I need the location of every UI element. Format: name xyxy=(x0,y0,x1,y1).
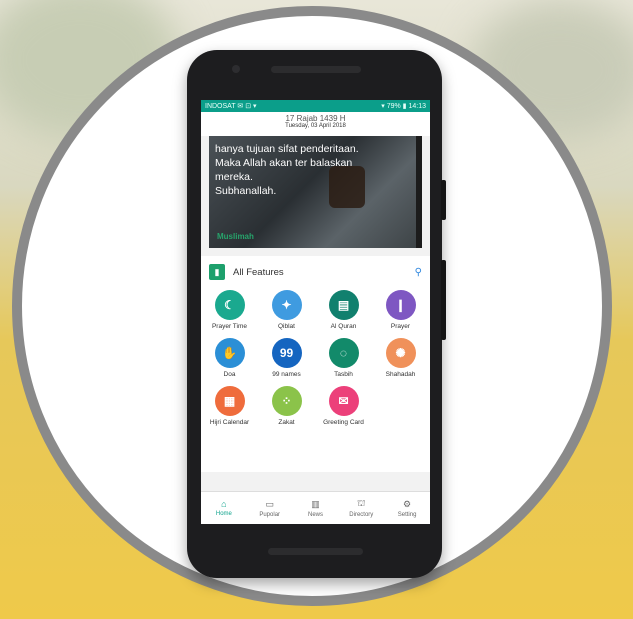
quran-icon: ▤ xyxy=(328,290,359,320)
feature-doa[interactable]: ✋ Doa xyxy=(201,338,258,378)
features-icon: ▮ xyxy=(209,264,225,280)
quote-line: mereka. xyxy=(215,171,253,183)
feature-tasbih[interactable]: ◌ Tasbih xyxy=(315,338,372,378)
quote-line: Subhanallah. xyxy=(215,185,277,197)
mosque-icon: ⛫ xyxy=(357,498,366,508)
compass-icon: ✦ xyxy=(271,290,302,320)
greeting-card-icon: ✉ xyxy=(328,386,359,416)
nav-pupolar[interactable]: ▭ Pupolar xyxy=(247,492,293,524)
nav-label: Home xyxy=(215,511,232,517)
status-left: INDOSAT ✉ ⊡ ▾ xyxy=(205,103,257,110)
shahadah-icon: ✺ xyxy=(385,338,416,368)
quote-line: Maka Allah akan ter balaskan xyxy=(215,157,353,169)
app-screen: INDOSAT ✉ ⊡ ▾ ▾ 79% ▮ 14:13 17 Rajab 143… xyxy=(201,100,430,524)
feature-prayer-time[interactable]: ☾ Prayer Time xyxy=(201,290,258,330)
nav-label: Directory xyxy=(349,512,374,518)
front-camera xyxy=(232,65,240,73)
feature-label: Prayer xyxy=(390,323,411,330)
earpiece xyxy=(271,66,361,73)
feature-zakat[interactable]: ⁘ Zakat xyxy=(258,386,315,426)
power-button xyxy=(441,180,446,220)
quote-line: hanya tujuan sifat penderitaan. xyxy=(215,143,359,155)
date-header: 17 Rajab 1439 H Tuesday, 03 April 2018 xyxy=(201,112,430,136)
doa-icon: ✋ xyxy=(214,338,245,368)
feature-shahadah[interactable]: ✺ Shahadah xyxy=(372,338,429,378)
volume-button xyxy=(441,260,446,340)
features-header: ▮ All Features ⚲ xyxy=(201,256,430,284)
banner-divider xyxy=(416,136,422,248)
feature-label: Greeting Card xyxy=(323,419,364,426)
features-title: All Features xyxy=(233,266,284,278)
feature-qiblat[interactable]: ✦ Qiblat xyxy=(258,290,315,330)
tasbih-icon: ◌ xyxy=(328,338,359,368)
nav-news[interactable]: ▥ News xyxy=(293,492,339,524)
home-icon: ⌂ xyxy=(221,499,227,509)
feature-label: Prayer Time xyxy=(211,323,248,330)
speaker-grille xyxy=(268,548,363,555)
feature-label: Zakat xyxy=(278,419,295,426)
gregorian-date: Tuesday, 03 April 2018 xyxy=(285,123,346,129)
nav-directory[interactable]: ⛫ Directory xyxy=(338,492,384,524)
quote-credit: Muslimah xyxy=(217,232,254,241)
prayer-icon: ❙ xyxy=(385,290,416,320)
bottom-nav: ⌂ Home ▭ Pupolar ▥ News ⛫ Directory ⚙ Setting xyxy=(201,491,430,524)
zakat-icon: ⁘ xyxy=(271,386,302,416)
nav-label: Pupolar xyxy=(259,511,281,518)
feature-label: Qiblat xyxy=(278,323,295,330)
nav-setting[interactable]: ⚙ Setting xyxy=(384,492,430,524)
quote-text: hanya tujuan sifat penderitaan. Maka All… xyxy=(215,142,408,198)
status-right: ▾ 79% ▮ 14:13 xyxy=(381,103,426,110)
prayer-time-icon: ☾ xyxy=(214,290,245,320)
nav-label: News xyxy=(307,511,323,518)
setting-icon: ⚙ xyxy=(403,498,412,509)
feature-label: Shahadah xyxy=(385,371,416,378)
feature-hijri-calendar[interactable]: ▦ Hijri Calendar xyxy=(201,386,258,426)
quote-banner[interactable]: hanya tujuan sifat penderitaan. Maka All… xyxy=(209,136,422,248)
feature-greeting-card[interactable]: ✉ Greeting Card xyxy=(315,386,372,426)
features-grid: ☾ Prayer Time ✦ Qiblat ▤ Al Quran ❙ Prayer ✋ Doa 9… xyxy=(201,284,430,426)
ninety-nine-names-icon: 99 xyxy=(271,338,302,368)
feature-label: Al Quran xyxy=(330,323,357,330)
feature-label: 99 names xyxy=(272,371,301,378)
feature-label: Doa xyxy=(223,371,236,378)
features-panel: ▮ All Features ⚲ ☾ Prayer Time ✦ Qiblat ▤ Al … xyxy=(201,256,430,472)
feature-al-quran[interactable]: ▤ Al Quran xyxy=(315,290,372,330)
news-icon: ▥ xyxy=(311,498,320,509)
feature-prayer[interactable]: ❙ Prayer xyxy=(372,290,429,330)
feature-99-names[interactable]: 99 99 names xyxy=(258,338,315,378)
feature-label: Hijri Calendar xyxy=(209,419,250,426)
feature-label: Tasbih xyxy=(334,371,353,378)
status-bar: INDOSAT ✉ ⊡ ▾ ▾ 79% ▮ 14:13 xyxy=(201,100,430,112)
pin-icon[interactable]: ⚲ xyxy=(415,267,422,278)
book-icon: ▭ xyxy=(265,498,274,509)
calendar-icon: ▦ xyxy=(214,386,245,416)
nav-label: Setting xyxy=(397,511,417,518)
nav-home[interactable]: ⌂ Home xyxy=(201,492,247,524)
hijri-date: 17 Rajab 1439 H xyxy=(285,114,346,123)
